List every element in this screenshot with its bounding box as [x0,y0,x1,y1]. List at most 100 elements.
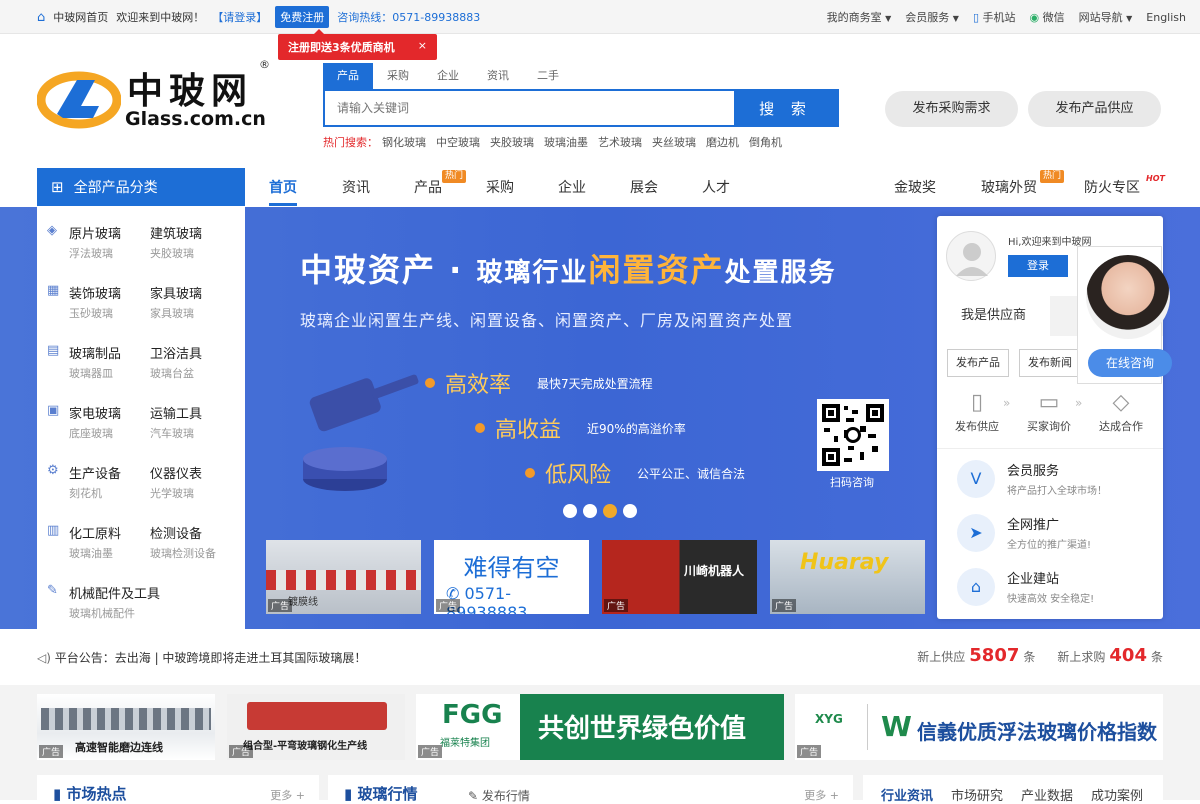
category-item[interactable]: ▥ 化工原料 检测设备 玻璃油墨 玻璃检测设备 [47,517,237,575]
hot-term[interactable]: 艺术玻璃 [598,134,642,150]
category-title[interactable]: 装饰玻璃 [69,283,121,302]
ad-coating-line[interactable]: 镀膜线 广告 [266,540,421,614]
nav-fireproof[interactable]: 防火专区 [1084,168,1140,206]
ad-edging-line[interactable]: 高速智能磨边连线 广告 [37,694,215,760]
category-title[interactable]: 家电玻璃 [69,403,121,422]
carousel-dot[interactable] [563,504,577,518]
step-inquiry[interactable]: ▭ 买家询价 [1019,388,1079,434]
nav-exhibitions[interactable]: 展会 [630,168,658,206]
more-link[interactable]: 更多 + [804,787,839,803]
close-icon[interactable]: × [418,39,427,55]
logo[interactable]: 中玻网 ® Glass.com.cn [37,58,272,134]
register-button[interactable]: 免费注册 [275,6,330,28]
nav-foreign-trade[interactable]: 玻璃外贸 [981,168,1037,206]
login-link[interactable]: 【请登录】 [212,9,267,25]
category-sub[interactable]: 玻璃油墨 [69,545,113,561]
nav-companies[interactable]: 企业 [558,168,586,206]
nav-news[interactable]: 资讯 [342,168,370,206]
ad-tempering-line[interactable]: 组合型-平弯玻璃钢化生产线 广告 [227,694,405,760]
category-item[interactable]: ◈ 原片玻璃 建筑玻璃 浮法玻璃 夹胶玻璃 [47,217,237,275]
english-link[interactable]: English [1146,11,1186,24]
publish-news-button[interactable]: 发布新闻 [1019,349,1081,377]
nav-products[interactable]: 产品 [414,168,442,206]
carousel-dot[interactable] [623,504,637,518]
category-title[interactable]: 运输工具 [150,403,202,422]
publish-product-button[interactable]: 发布产品 [947,349,1009,377]
search-tab-company[interactable]: 企业 [423,63,473,89]
category-title[interactable]: 玻璃制品 [69,343,121,362]
category-title[interactable]: 卫浴洁具 [150,343,202,362]
category-item[interactable]: ▣ 家电玻璃 运输工具 底座玻璃 汽车玻璃 [47,397,237,455]
carousel-dot-active[interactable] [603,504,617,518]
tab-supplier[interactable]: 我是供应商 [937,296,1050,336]
search-input[interactable] [325,91,734,125]
search-button[interactable]: 搜 索 [734,91,837,125]
category-sub[interactable]: 刻花机 [69,485,102,501]
hot-term[interactable]: 磨边机 [706,134,739,150]
hero-banner[interactable]: 中玻资产 · 玻璃行业闲置资产处置服务 玻璃企业闲置生产线、闲置设备、闲置资产、… [245,207,935,537]
member-service-link[interactable]: 会员服务 ▼ [905,9,959,25]
service-promotion[interactable]: ➤ 全网推广 全方位的推广渠道! [957,512,1157,558]
search-tab-secondhand[interactable]: 二手 [523,63,573,89]
online-consult-button[interactable]: 在线咨询 [1088,349,1172,377]
category-title[interactable]: 家具玻璃 [150,283,202,302]
publish-market-link[interactable]: ✎ 发布行情 [468,787,530,804]
category-title[interactable]: 原片玻璃 [69,223,121,242]
home-link[interactable]: 中玻网首页 [53,9,108,25]
hot-term[interactable]: 中空玻璃 [436,134,480,150]
service-member[interactable]: V 会员服务 将产品打入全球市场！ [957,458,1157,504]
step-supply[interactable]: ▯ 发布供应 [947,388,1007,434]
ad-fgg[interactable]: FGG 福莱特集团 共创世界绿色价值 广告 [416,694,784,760]
category-sub[interactable]: 底座玻璃 [69,425,113,441]
category-sub[interactable]: 玻璃检测设备 [150,545,216,561]
category-title[interactable]: 建筑玻璃 [150,223,202,242]
all-categories-button[interactable]: ⊞ 全部产品分类 [37,168,245,206]
search-tab-purchase[interactable]: 采购 [373,63,423,89]
category-sub[interactable]: 玉砂玻璃 [69,305,113,321]
site-nav-link[interactable]: 网站导航 ▼ [1079,9,1133,25]
category-sub[interactable]: 家具玻璃 [150,305,194,321]
search-tab-news[interactable]: 资讯 [473,63,523,89]
more-link[interactable]: 更多 + [270,787,305,803]
ad-vacant[interactable]: 难得有空 ✆ 0571-89938883 广告 [434,540,589,614]
category-sub[interactable]: 玻璃器皿 [69,365,113,381]
ad-huaray[interactable]: Huaray 广告 [770,540,925,614]
hot-term[interactable]: 夹丝玻璃 [652,134,696,150]
publish-supply-button[interactable]: 发布产品供应 [1028,91,1161,127]
tab-success-cases[interactable]: 成功案例 [1091,785,1143,804]
hot-term[interactable]: 倒角机 [749,134,782,150]
publish-purchase-button[interactable]: 发布采购需求 [885,91,1018,127]
category-sub[interactable]: 玻璃机械配件 [69,605,135,621]
nav-talent[interactable]: 人才 [702,168,730,206]
category-title[interactable]: 检测设备 [150,523,202,542]
carousel-dot[interactable] [583,504,597,518]
category-item[interactable]: ▤ 玻璃制品 卫浴洁具 玻璃器皿 玻璃台盆 [47,337,237,395]
nav-home[interactable]: 首页 [269,168,297,206]
hot-term[interactable]: 夹胶玻璃 [490,134,534,150]
category-sub[interactable]: 汽车玻璃 [150,425,194,441]
category-sub[interactable]: 光学玻璃 [150,485,194,501]
my-office-link[interactable]: 我的商务室 ▼ [827,9,892,25]
category-sub[interactable]: 夹胶玻璃 [150,245,194,261]
category-title[interactable]: 仪器仪表 [150,463,202,482]
category-sub[interactable]: 浮法玻璃 [69,245,113,261]
ad-xyg[interactable]: XYG W 信義优质浮法玻璃价格指数 广告 [795,694,1163,760]
tab-industry-data[interactable]: 产业数据 [1021,785,1073,804]
step-deal[interactable]: ◇ 达成合作 [1091,388,1151,434]
service-website[interactable]: ⌂ 企业建站 快速高效 安全稳定! [957,566,1157,612]
hot-term[interactable]: 玻璃油墨 [544,134,588,150]
category-title[interactable]: 机械配件及工具 [69,583,160,602]
search-tab-product[interactable]: 产品 [323,63,373,89]
tab-market-research[interactable]: 市场研究 [951,785,1003,804]
category-sub[interactable]: 玻璃台盆 [150,365,194,381]
category-title[interactable]: 化工原料 [69,523,121,542]
mobile-link[interactable]: ▯ 手机站 [973,9,1016,25]
ad-kawasaki[interactable]: 川崎机器人 广告 [602,540,757,614]
category-item[interactable]: ✎ 机械配件及工具 玻璃机械配件 [47,577,237,635]
wechat-link[interactable]: ◉ 微信 [1030,9,1065,25]
nav-purchase[interactable]: 采购 [486,168,514,206]
hot-term[interactable]: 钢化玻璃 [382,134,426,150]
category-item[interactable]: ▦ 装饰玻璃 家具玻璃 玉砂玻璃 家具玻璃 [47,277,237,335]
tab-industry-news[interactable]: 行业资讯 [881,785,933,804]
category-title[interactable]: 生产设备 [69,463,121,482]
